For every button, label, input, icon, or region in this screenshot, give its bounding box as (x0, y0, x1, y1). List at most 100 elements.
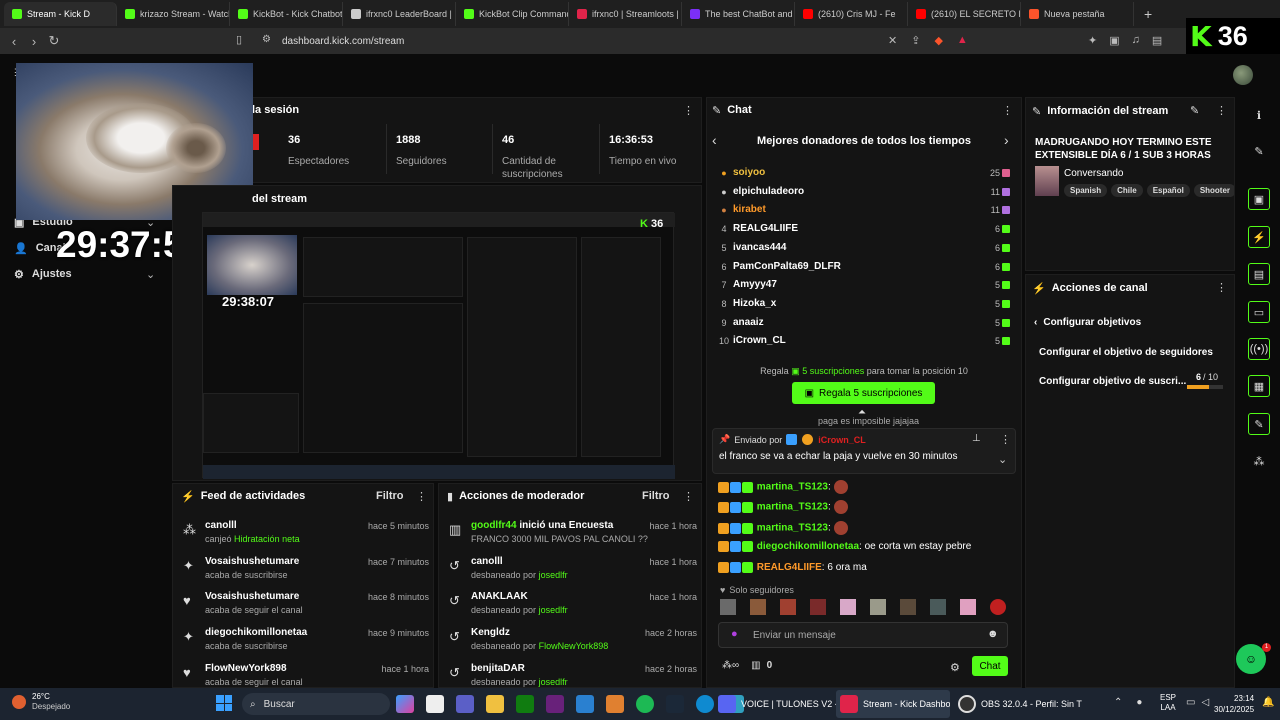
extensions-icon[interactable]: ✦ (1088, 34, 1097, 47)
chat-message[interactable]: martina_TS123: (718, 500, 1018, 518)
more-icon[interactable]: ⋮ (1216, 104, 1227, 117)
mic-icon[interactable]: ● (1136, 697, 1142, 708)
points-icon[interactable]: ⁂∞ (722, 660, 739, 671)
edge-icon[interactable] (696, 695, 714, 713)
feed-item[interactable]: ♥ Vosaishushetumare acaba de seguir el can… (173, 589, 433, 625)
steam-icon[interactable] (666, 695, 684, 713)
chat-message[interactable]: martina_TS123: (718, 521, 1018, 539)
chat-username[interactable]: diegochikomillonetaa (757, 541, 859, 552)
more-apps-icon[interactable]: ⁂ (1248, 450, 1270, 472)
browser-tab[interactable]: ifrxnc0 LeaderBoard | (343, 2, 456, 26)
xbox-icon[interactable] (516, 695, 534, 713)
emote-icon[interactable] (750, 599, 766, 615)
taskbar-app-discord[interactable]: VOICE | TULONES V2 - D (718, 695, 847, 713)
edit-icon[interactable]: ✎ (1248, 140, 1270, 162)
stream-tag[interactable]: Chile (1111, 184, 1143, 197)
back-configure-goals[interactable]: ‹ Configurar objetivos (1034, 317, 1141, 328)
emoji-icon[interactable]: ☻ (987, 628, 999, 640)
forward-icon[interactable]: › (24, 31, 44, 51)
stream-preview-video[interactable] (202, 212, 675, 479)
stream-tag[interactable]: Spanish (1064, 184, 1108, 197)
brave-rewards-icon[interactable]: ▲ (957, 34, 968, 47)
chat-username[interactable]: martina_TS123 (757, 523, 828, 534)
donor-row[interactable]: 5 ivancas444 6 (718, 241, 1010, 259)
mic-icon[interactable]: ● (731, 628, 738, 640)
mod-action-item[interactable]: ↺ ANAKLAAK desbaneado por josedlfr hace 1 h… (439, 589, 701, 625)
emote-icon[interactable] (960, 599, 976, 615)
chevron-down-icon[interactable]: ⌄ (146, 268, 155, 281)
mod-action-item[interactable]: ▥ goodlfr44 inició una Encuesta FRANCO 300… (439, 518, 701, 554)
chat-settings-icon[interactable]: ⚙ (950, 661, 960, 674)
reload-icon[interactable]: ↻ (44, 31, 64, 51)
donor-row[interactable]: ● soiyoo 25 (718, 166, 1010, 184)
brave-shield-icon[interactable]: ◆ (934, 34, 942, 47)
chat-icon[interactable]: ▭ (1248, 301, 1270, 323)
more-icon[interactable]: ⋮ (683, 104, 694, 117)
feed-item[interactable]: ✦ diegochikomillonetaa acaba de suscribirs… (173, 625, 433, 661)
back-icon[interactable]: ‹ (4, 31, 24, 51)
chat-username[interactable]: martina_TS123 (757, 482, 828, 493)
edit-icon[interactable]: ✎ (1190, 104, 1199, 117)
donor-row[interactable]: 4 REALG4LIIFE 6 (718, 222, 1010, 240)
browser-tab[interactable]: KickBot - Kick Chatbot (230, 2, 343, 26)
donor-row[interactable]: ● elpichuladeoro 11 (718, 185, 1010, 203)
notifications-icon[interactable]: 🔔 (1262, 697, 1274, 708)
teams-icon[interactable] (456, 695, 474, 713)
mod-filter-button[interactable]: Filtro (642, 490, 670, 502)
emote-icon[interactable] (900, 599, 916, 615)
emote-icon[interactable] (780, 599, 796, 615)
taskbar-app-browser[interactable]: Stream - Kick Dashboard (836, 690, 950, 718)
language-indicator[interactable]: ESP LAA (1160, 693, 1176, 713)
site-info-icon[interactable]: ⚙ (262, 34, 271, 45)
browser-tab[interactable]: KickBot Clip Command (456, 2, 569, 26)
nav-item-ajustes[interactable]: ⚙ Ajustes (14, 268, 72, 281)
browser-tab[interactable]: (2610) EL SECRETO FIN (908, 2, 1021, 26)
donor-row[interactable]: 10 iCrown_CL 5 (718, 334, 1010, 352)
emote-icon[interactable] (810, 599, 826, 615)
chat-message[interactable]: diegochikomillonetaa: oe corta wn estay … (718, 541, 1018, 559)
start-button[interactable] (216, 695, 232, 711)
wrench-icon[interactable]: ✎ (1248, 413, 1270, 435)
weather-widget[interactable]: 26°C Despejado (12, 692, 70, 712)
browser-tab[interactable]: krizazo Stream - Watch (117, 2, 230, 26)
config-followers-goal[interactable]: Configurar el objetivo de seguidores (1039, 347, 1213, 358)
profile-avatar[interactable] (1233, 65, 1253, 85)
next-leaderboard-icon[interactable]: › (1004, 132, 1009, 148)
music-icon[interactable]: ♫ (1132, 34, 1140, 47)
donor-row[interactable]: ● kirabet 11 (718, 203, 1010, 221)
lightning-icon[interactable]: ⚡ (1248, 226, 1270, 248)
stream-tag[interactable]: Shooter (1193, 184, 1234, 197)
copilot-icon[interactable] (396, 695, 414, 713)
browser-tab[interactable]: Nueva pestaña (1021, 2, 1134, 26)
document-icon[interactable]: ▤ (1248, 263, 1270, 285)
more-icon[interactable]: ⋮ (416, 490, 427, 503)
chat-input[interactable]: ● Enviar un mensaje ☻ (718, 622, 1008, 648)
emote-icon[interactable] (990, 599, 1006, 615)
donor-row[interactable]: 6 PamConPalta69_DLFR 6 (718, 260, 1010, 278)
browser-tab[interactable]: ifrxnc0 | Streamloots | (569, 2, 682, 26)
stream-tag[interactable]: Español (1146, 184, 1190, 197)
donor-row[interactable]: 9 anaaiz 5 (718, 316, 1010, 334)
prev-leaderboard-icon[interactable]: ‹ (712, 132, 717, 148)
bookmark-icon[interactable]: ▯ (236, 33, 242, 46)
browser-tab[interactable]: (2610) Cris MJ - Fe (795, 2, 908, 26)
emote-icon[interactable] (930, 599, 946, 615)
taskbar-app-obs[interactable]: OBS 32.0.4 - Perfil: Sin T (958, 695, 1082, 713)
chat-username[interactable]: REALG4LIIFE (757, 562, 822, 573)
more-icon[interactable]: ⋮ (1000, 433, 1011, 446)
chevron-down-icon[interactable]: ⌄ (998, 453, 1007, 466)
gift-subs-button[interactable]: ▣ Regala 5 suscripciones (792, 382, 935, 404)
app-icon[interactable] (576, 695, 594, 713)
share-icon[interactable]: ⇪ (911, 34, 920, 47)
mod-action-item[interactable]: ↺ benjitaDAR desbaneado por josedlfr hace 2… (439, 661, 701, 687)
config-subs-goal[interactable]: Configurar objetivo de suscri... (1039, 376, 1186, 387)
system-icons[interactable]: ▭ ◁ (1186, 697, 1209, 708)
unpin-icon[interactable]: ⊥ (972, 433, 981, 444)
chevron-up-icon[interactable]: ⌃ (1114, 697, 1122, 708)
activity-filter-button[interactable]: Filtro (376, 490, 404, 502)
browser-tab[interactable]: The best ChatBot and (682, 2, 795, 26)
mute-icon[interactable]: ✕ (888, 34, 897, 47)
info-icon[interactable]: ℹ (1248, 104, 1270, 126)
broadcast-icon[interactable]: ((•)) (1248, 338, 1270, 360)
gift-box-icon[interactable]: ▥ (751, 660, 760, 671)
